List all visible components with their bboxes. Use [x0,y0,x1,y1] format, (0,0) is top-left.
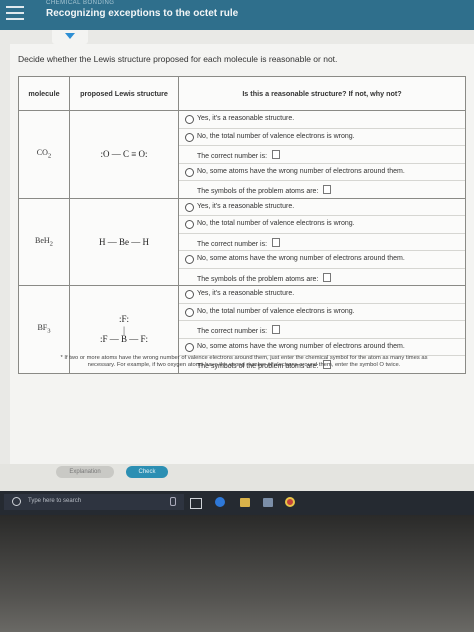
radio-button[interactable] [185,132,194,142]
store-icon[interactable] [263,498,273,507]
option-yes[interactable]: Yes, it's a reasonable structure. [179,199,465,216]
lewis-structure-co2: :O — C ≡ O: [69,110,179,199]
option-no-valence[interactable]: No, the total number of valence electron… [179,129,465,146]
option-no-valence[interactable]: No, the total number of valence electron… [179,216,465,234]
correct-number-row: The correct number is: [179,234,465,251]
correct-number-input[interactable] [272,150,281,159]
option-no-atoms[interactable]: No, some atoms have the wrong number of … [179,339,465,356]
correct-number-input[interactable] [272,237,281,247]
option-no-atoms[interactable]: No, some atoms have the wrong number of … [179,164,465,181]
task-view-icon[interactable] [190,498,202,509]
taskbar-search[interactable]: Type here to search [4,494,184,510]
menu-icon[interactable] [6,6,24,20]
molecule-cell: CO2 [18,110,70,199]
cortana-icon [12,497,21,506]
answer-cell: Yes, it's a reasonable structure. No, th… [178,197,466,286]
radio-button[interactable] [185,342,194,352]
explanation-button[interactable]: Explanation [56,466,114,478]
table-row: BeH2 H — Be — H Yes, it's a reasonable s… [18,197,466,286]
bond-line: | [123,325,125,336]
radio-button[interactable] [185,167,194,177]
radio-button[interactable] [185,202,194,212]
correct-number-input[interactable] [272,325,281,334]
correct-number-row: The correct number is: [179,146,465,164]
footnote: * If two or more atoms have the wrong nu… [60,355,428,368]
chrome-icon[interactable] [285,497,295,507]
check-button[interactable]: Check [126,466,168,478]
correct-number-row: The correct number is: [179,321,465,339]
symbols-input[interactable] [323,272,332,282]
radio-button[interactable] [185,307,194,317]
monitor-bezel [0,515,474,632]
screen: CHEMICAL BONDING Recognizing exceptions … [0,0,474,515]
table-row: CO2 :O — C ≡ O: Yes, it's a reasonable s… [18,110,466,199]
radio-button[interactable] [185,290,194,299]
symbols-row: The symbols of the problem atoms are: [179,181,465,198]
molecule-cell: BeH2 [18,197,70,286]
radio-button[interactable] [185,220,194,229]
option-yes[interactable]: Yes, it's a reasonable structure. [179,286,465,304]
chevron-down-icon [65,33,75,39]
header-reasonable: Is this a reasonable structure? If not, … [178,76,466,111]
top-bar: CHEMICAL BONDING Recognizing exceptions … [0,0,474,30]
taskbar: Type here to search [0,491,474,515]
symbols-input[interactable] [323,185,332,194]
question-table: molecule proposed Lewis structure Is thi… [18,76,466,374]
collapse-tab[interactable] [52,30,88,44]
lewis-structure-beh2: H — Be — H [69,197,179,286]
file-explorer-icon[interactable] [240,498,250,507]
radio-button[interactable] [185,115,194,124]
instruction-text: Decide whether the Lewis structure propo… [18,54,338,64]
question-panel: Decide whether the Lewis structure propo… [10,44,474,464]
page-title: Recognizing exceptions to the octet rule [46,8,239,19]
answer-cell: Yes, it's a reasonable structure. No, th… [178,110,466,199]
symbols-row: The symbols of the problem atoms are: [179,269,465,286]
header-lewis: proposed Lewis structure [69,76,179,111]
header-molecule: molecule [18,76,70,111]
option-yes[interactable]: Yes, it's a reasonable structure. [179,111,465,129]
microphone-icon[interactable] [170,497,176,506]
breadcrumb: CHEMICAL BONDING [46,0,115,6]
radio-button[interactable] [185,255,194,264]
edge-browser-icon[interactable] [215,497,225,507]
option-no-valence[interactable]: No, the total number of valence electron… [179,304,465,321]
option-no-atoms[interactable]: No, some atoms have the wrong number of … [179,251,465,269]
